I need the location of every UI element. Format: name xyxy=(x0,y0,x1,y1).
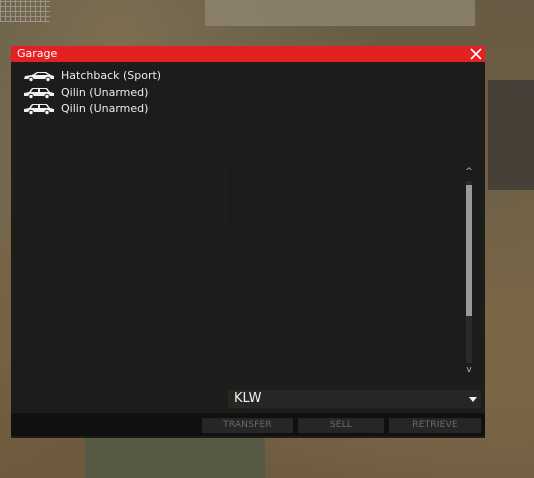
details-scrollbar[interactable]: ^ v xyxy=(463,167,475,377)
background-fence xyxy=(0,0,50,22)
hatchback-car-icon xyxy=(23,70,55,82)
vehicle-preview-panel xyxy=(228,66,481,151)
title-bar[interactable]: Garage xyxy=(11,46,485,62)
transfer-button[interactable]: TRANSFER xyxy=(202,418,293,433)
suv-car-icon xyxy=(23,87,55,99)
dropdown-selected-value: KLW xyxy=(234,391,262,406)
suv-car-icon xyxy=(23,103,55,115)
garage-select-dropdown[interactable]: KLW xyxy=(228,390,481,408)
background-wreck xyxy=(488,80,534,190)
scroll-up-icon[interactable]: ^ xyxy=(463,167,475,177)
close-icon[interactable] xyxy=(469,47,483,61)
list-item-vehicle[interactable]: Qilin (Unarmed) xyxy=(23,85,223,101)
vehicle-list: Hatchback (Sport) Qilin (Unarmed) Qilin … xyxy=(15,66,223,408)
vehicle-name: Hatchback (Sport) xyxy=(61,69,162,82)
window-title: Garage xyxy=(17,47,58,60)
sell-button[interactable]: SELL xyxy=(298,418,384,433)
list-item-vehicle[interactable]: Qilin (Unarmed) xyxy=(23,101,223,117)
chevron-down-icon[interactable] xyxy=(469,397,477,402)
scroll-track[interactable] xyxy=(466,181,472,363)
scroll-down-icon[interactable]: v xyxy=(463,365,475,375)
retrieve-button[interactable]: RETRIEVE xyxy=(389,418,481,433)
scroll-thumb[interactable] xyxy=(466,185,472,316)
list-item-vehicle[interactable]: Hatchback (Sport) xyxy=(23,68,223,84)
vehicle-name: Qilin (Unarmed) xyxy=(61,102,149,115)
background-wall xyxy=(205,0,475,26)
vehicle-name: Qilin (Unarmed) xyxy=(61,86,149,99)
action-bar: TRANSFER SELL RETRIEVE xyxy=(11,413,485,436)
vehicle-details-panel: ^ v xyxy=(228,155,481,385)
background-player-figure xyxy=(85,438,265,478)
garage-window: Garage Hatchback (Sport) Qilin (Unarmed)… xyxy=(11,46,485,438)
